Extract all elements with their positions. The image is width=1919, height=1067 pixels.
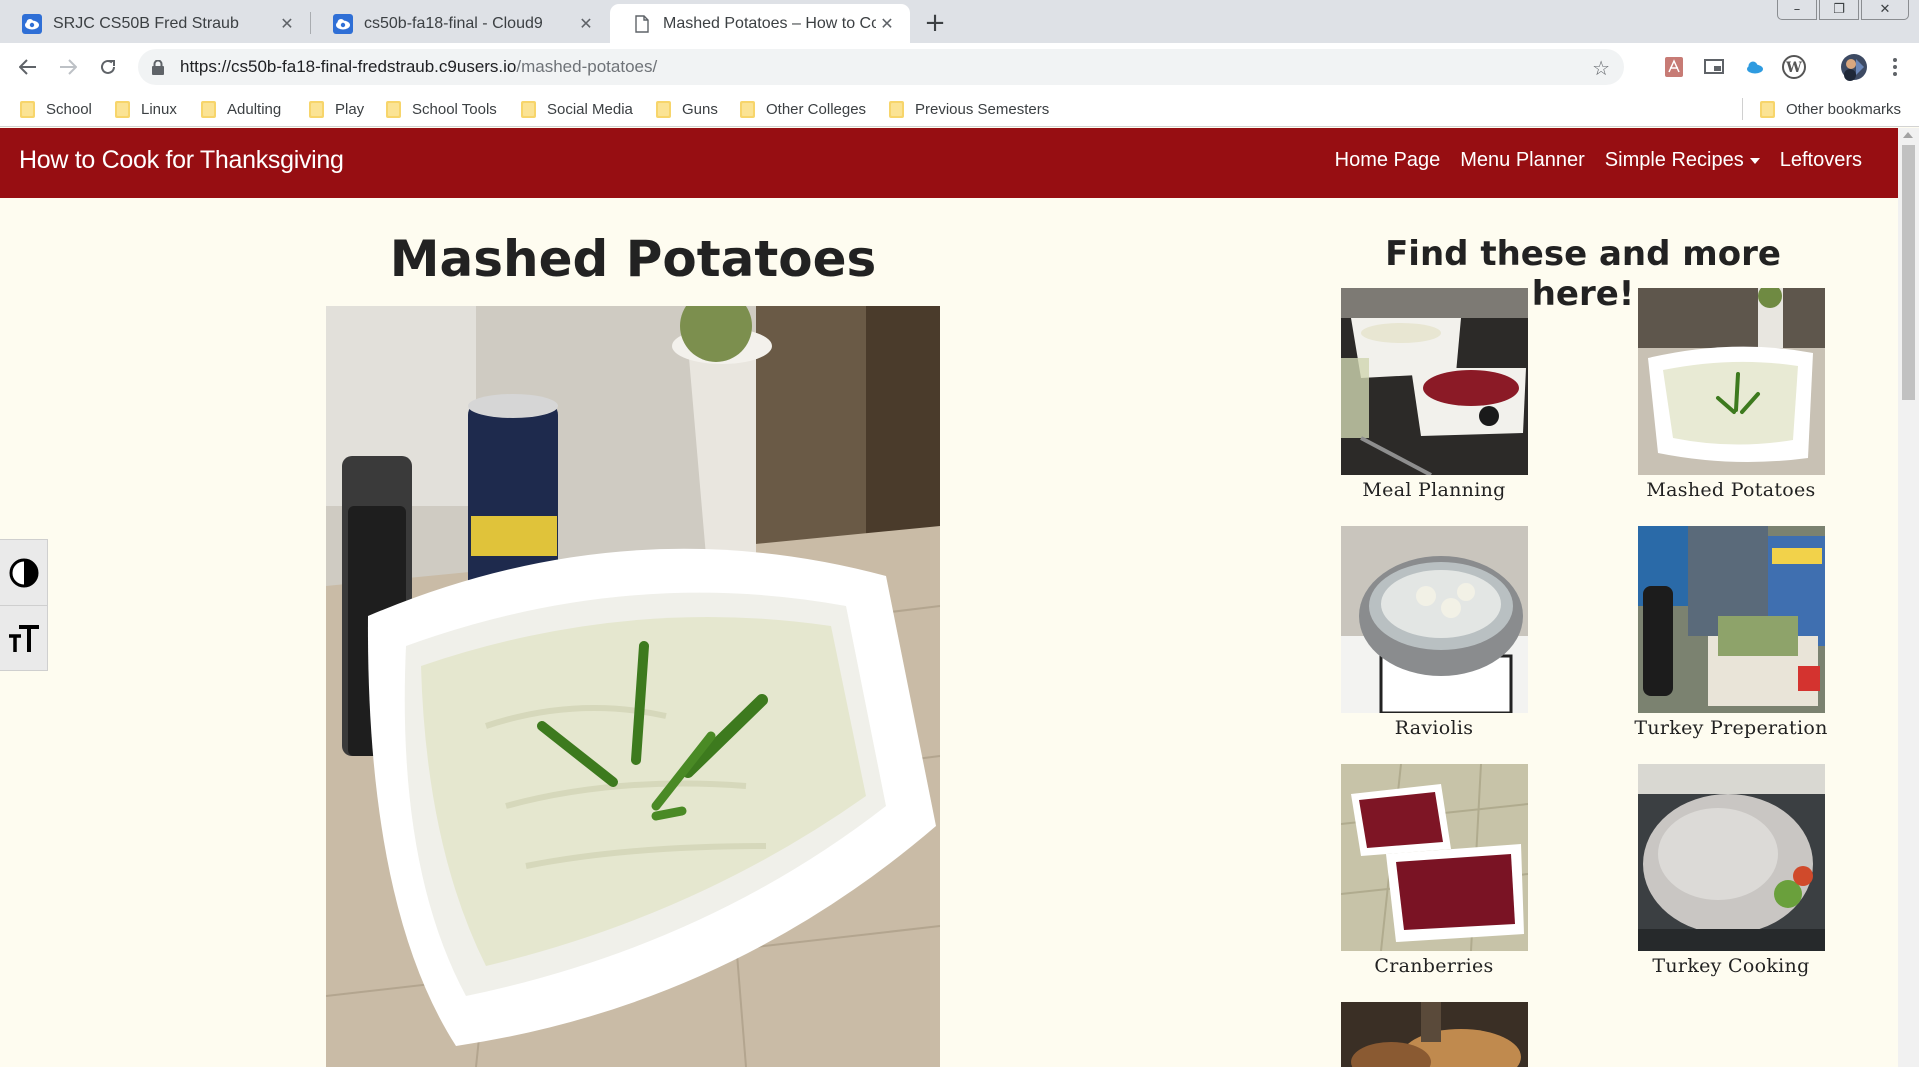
- browser-toolbar: https://cs50b-fa18-final-fredstraub.c9us…: [0, 43, 1919, 90]
- card-label: Turkey Preperation: [1634, 717, 1828, 739]
- card-label: Meal Planning: [1362, 479, 1506, 501]
- onedrive-cloud-icon[interactable]: [1741, 54, 1767, 80]
- svg-text:W: W: [1785, 60, 1802, 76]
- recipe-card-turkey-cooking[interactable]: Turkey Cooking: [1616, 764, 1846, 977]
- document-icon: [632, 14, 652, 34]
- card-label: Raviolis: [1394, 717, 1474, 739]
- tab-title: Mashed Potatoes – How to Cook: [663, 14, 876, 32]
- folder-icon: [656, 100, 671, 118]
- scroll-up-icon[interactable]: [1903, 132, 1913, 138]
- cloud9-icon: [22, 13, 42, 34]
- nav-links: Home Page Menu Planner Simple Recipes Le…: [1325, 149, 1872, 172]
- url-path: /mashed-potatoes/: [516, 57, 658, 76]
- recipe-card-turkey-preperation[interactable]: Turkey Preperation: [1616, 526, 1846, 739]
- mashed-potatoes-thumbnail: [1637, 288, 1825, 475]
- window-controls: – ❐ ✕: [1777, 0, 1909, 20]
- nav-home-link[interactable]: Home Page: [1325, 149, 1451, 172]
- menu-kebab-icon[interactable]: [1882, 54, 1908, 80]
- folder-icon: [1760, 100, 1775, 118]
- bookmark-other-bookmarks[interactable]: Other bookmarks: [1760, 98, 1901, 120]
- recipe-card-raviolis[interactable]: Raviolis: [1319, 526, 1549, 739]
- close-window-icon[interactable]: ✕: [1861, 0, 1909, 20]
- tab-strip: SRJC CS50B Fred Straub ✕ cs50b-fa18-fina…: [0, 0, 1919, 43]
- nav-leftovers-link[interactable]: Leftovers: [1770, 149, 1872, 172]
- folder-icon: [201, 100, 216, 118]
- turkey-cooking-thumbnail: [1637, 764, 1825, 951]
- close-icon[interactable]: ✕: [575, 13, 597, 35]
- bookmark-school-tools[interactable]: School Tools: [386, 98, 497, 120]
- bookmark-guns[interactable]: Guns: [656, 98, 718, 120]
- forward-icon[interactable]: [52, 51, 84, 83]
- site-brand[interactable]: How to Cook for Thanksgiving: [19, 146, 344, 175]
- scroll-thumb[interactable]: [1902, 145, 1915, 400]
- cranberries-thumbnail: [1340, 764, 1528, 951]
- recipe-card-cranberries[interactable]: Cranberries: [1319, 764, 1549, 977]
- profile-avatar[interactable]: [1838, 51, 1870, 83]
- raviolis-thumbnail: [1340, 526, 1528, 713]
- folder-icon: [115, 100, 130, 118]
- tab-srjc[interactable]: SRJC CS50B Fred Straub ✕: [0, 4, 310, 43]
- tab-cloud9[interactable]: cs50b-fa18-final - Cloud9 ✕: [311, 4, 609, 43]
- reload-icon[interactable]: [92, 51, 124, 83]
- bookmark-star-icon[interactable]: ☆: [1592, 56, 1610, 81]
- bookmark-linux[interactable]: Linux: [115, 98, 177, 120]
- turkey-preperation-thumbnail: [1637, 526, 1825, 713]
- cast-icon[interactable]: [1701, 54, 1727, 80]
- site-navbar: How to Cook for Thanksgiving Home Page M…: [0, 128, 1898, 198]
- restore-icon[interactable]: ❐: [1819, 0, 1859, 20]
- card-label: Cranberries: [1374, 955, 1494, 977]
- folder-icon: [20, 100, 35, 118]
- minimize-icon[interactable]: –: [1777, 0, 1817, 20]
- leftovers-thumbnail: [1340, 1002, 1528, 1067]
- card-label: Mashed Potatoes: [1646, 479, 1816, 501]
- bookmark-social-media[interactable]: Social Media: [521, 98, 633, 120]
- lock-icon: [152, 59, 166, 75]
- caret-down-icon: [1749, 157, 1760, 164]
- folder-icon: [740, 100, 755, 118]
- address-bar[interactable]: https://cs50b-fa18-final-fredstraub.c9us…: [138, 49, 1624, 85]
- pdf-extension-icon[interactable]: [1661, 54, 1687, 80]
- font-size-icon[interactable]: [0, 606, 48, 672]
- cloud9-icon: [333, 13, 353, 34]
- meal-planning-thumbnail: [1340, 288, 1528, 475]
- folder-icon: [521, 100, 536, 118]
- bookmark-other-colleges[interactable]: Other Colleges: [740, 98, 866, 120]
- recipe-card-meal-planning[interactable]: Meal Planning: [1319, 288, 1549, 501]
- page-scrollbar[interactable]: [1898, 128, 1919, 1067]
- bookmarks-bar: School Linux Adulting Play School Tools …: [0, 90, 1919, 127]
- accessibility-toolbar: [0, 539, 48, 671]
- folder-icon: [386, 100, 401, 118]
- wordpress-icon[interactable]: W: [1781, 54, 1807, 80]
- folder-icon: [309, 100, 324, 118]
- back-icon[interactable]: [12, 51, 44, 83]
- mashed-potatoes-photo: [326, 306, 940, 1067]
- close-icon[interactable]: ✕: [276, 13, 298, 35]
- folder-icon: [889, 100, 904, 118]
- nav-simple-recipes-dropdown[interactable]: Simple Recipes: [1595, 149, 1770, 172]
- bookmark-previous-semesters[interactable]: Previous Semesters: [889, 98, 1049, 120]
- card-label: Turkey Cooking: [1652, 955, 1810, 977]
- tab-title: SRJC CS50B Fred Straub: [53, 14, 239, 32]
- bookmark-adulting[interactable]: Adulting: [201, 98, 281, 120]
- page-title: Mashed Potatoes: [389, 230, 877, 288]
- bookmark-school[interactable]: School: [20, 98, 92, 120]
- tab-mashed-potatoes[interactable]: Mashed Potatoes – How to Cook ✕: [610, 4, 910, 43]
- tab-title: cs50b-fa18-final - Cloud9: [364, 14, 543, 32]
- contrast-toggle-icon[interactable]: [0, 540, 48, 606]
- new-tab-icon[interactable]: +: [920, 8, 950, 38]
- url-host: https://cs50b-fa18-final-fredstraub.c9us…: [180, 57, 517, 76]
- recipe-card-partial[interactable]: [1319, 1002, 1549, 1067]
- bookmark-play[interactable]: Play: [309, 98, 364, 120]
- close-icon[interactable]: ✕: [876, 13, 898, 35]
- nav-menu-planner-link[interactable]: Menu Planner: [1450, 149, 1595, 172]
- recipe-card-mashed-potatoes[interactable]: Mashed Potatoes: [1616, 288, 1846, 501]
